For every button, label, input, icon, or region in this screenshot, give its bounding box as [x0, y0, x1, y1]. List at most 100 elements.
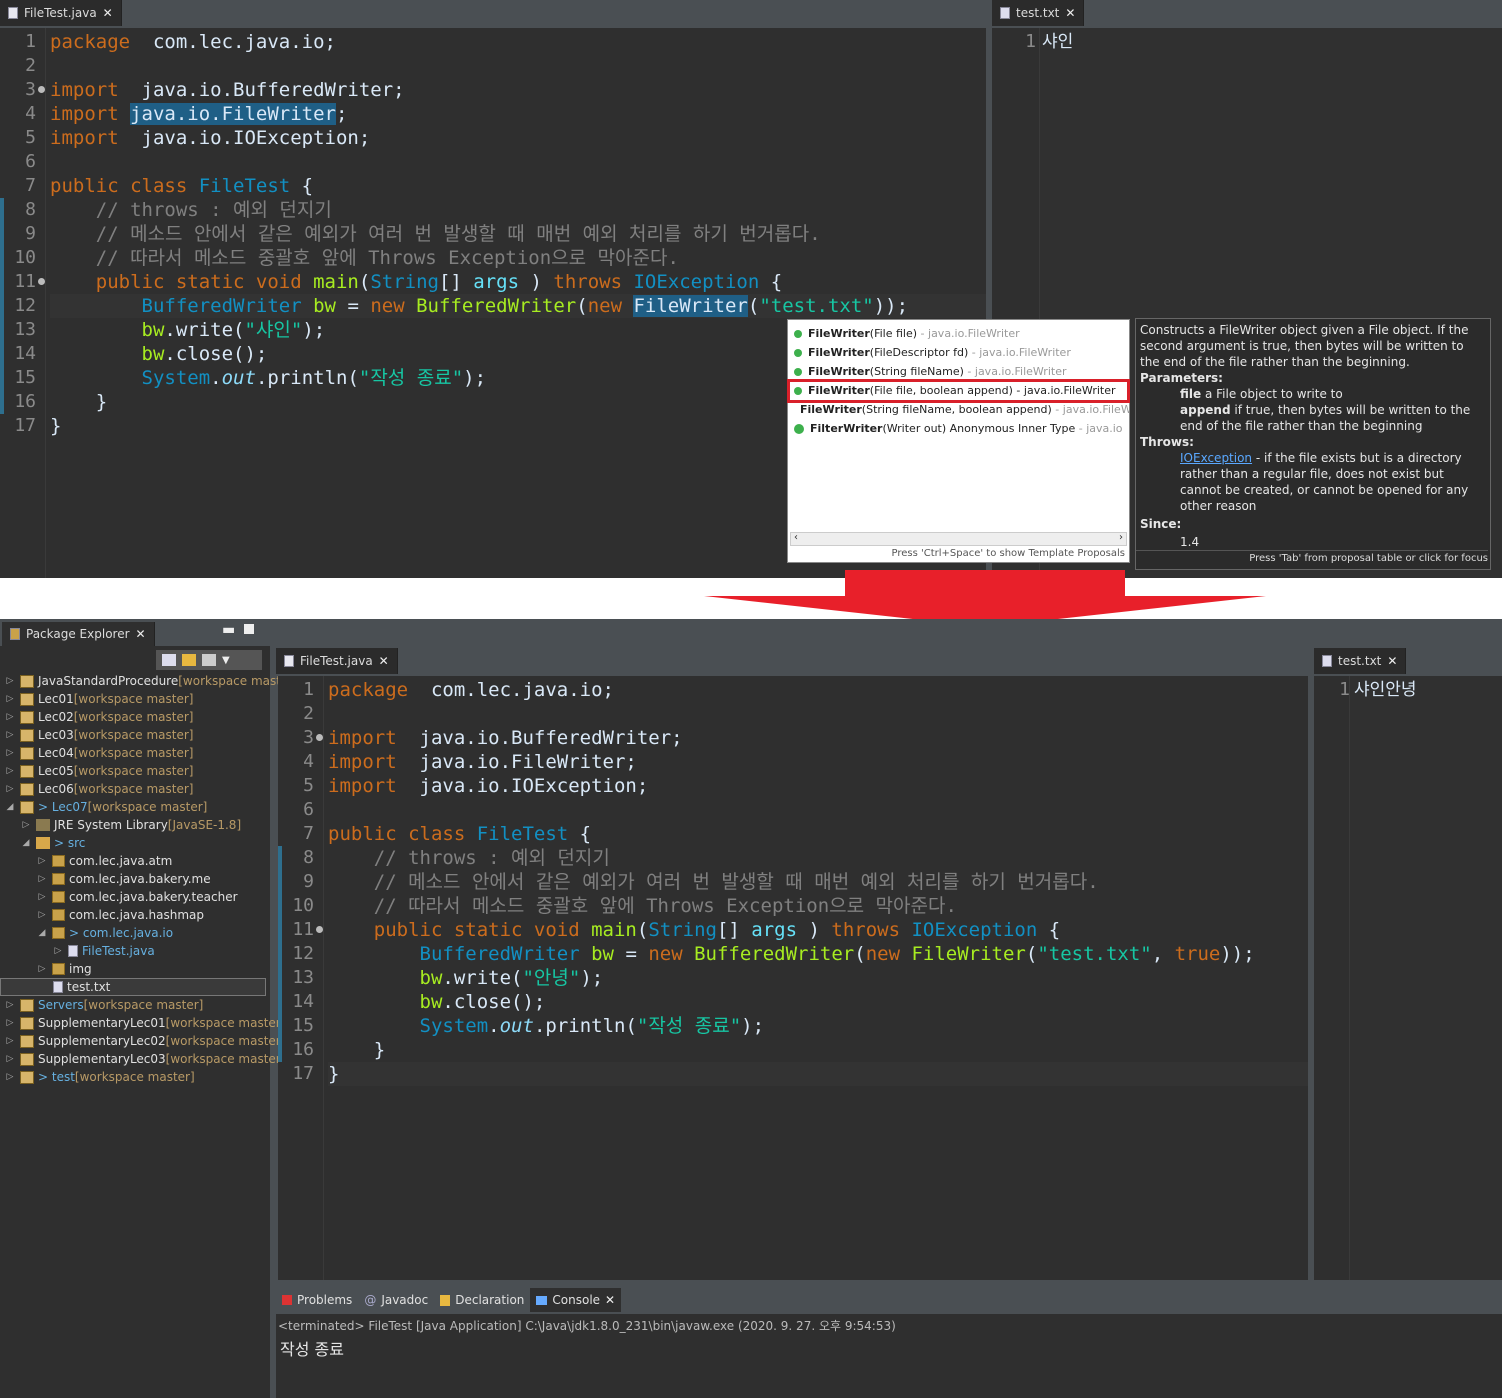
expand-icon[interactable]: ▷: [4, 1018, 16, 1028]
scroll-right-icon[interactable]: ›: [1119, 532, 1123, 543]
collapse-icon[interactable]: ◢: [36, 928, 48, 938]
bottom-code-editor[interactable]: 1 package com.lec.java.io; 2 3 import java.i…: [278, 676, 1308, 1280]
filter-icon[interactable]: [202, 654, 216, 666]
code-line[interactable]: // throws : 예외 던지기: [328, 846, 1308, 870]
fold-icon[interactable]: [316, 926, 323, 933]
expand-icon[interactable]: ▷: [4, 1054, 16, 1064]
expand-icon[interactable]: ▷: [4, 1000, 16, 1010]
bottom-text-editor[interactable]: 1 샤인안녕: [1314, 676, 1502, 1280]
tab-declaration[interactable]: Declaration: [434, 1288, 530, 1312]
tree-item[interactable]: ▷ SupplementaryLec03 [workspace master]: [0, 1050, 286, 1068]
collapse-all-icon[interactable]: [162, 654, 176, 666]
view-menu-icon[interactable]: ▼: [222, 655, 230, 666]
maximize-icon[interactable]: [244, 624, 254, 634]
proposal-item[interactable]: FileWriter(File file) - java.io.FileWrit…: [788, 324, 1129, 343]
code-line[interactable]: bw.write("안녕");: [328, 966, 1308, 990]
expand-icon[interactable]: ▷: [4, 766, 16, 776]
collapse-icon[interactable]: ◢: [20, 838, 32, 848]
tree-item[interactable]: ▷ Lec06 [workspace master]: [0, 780, 194, 798]
tree-item[interactable]: ▷ SupplementaryLec02 [workspace master]: [0, 1032, 286, 1050]
close-icon[interactable]: ✕: [379, 654, 389, 668]
code-line[interactable]: import java.io.IOException;: [50, 126, 986, 150]
tree-item[interactable]: ◢ > src: [0, 834, 86, 852]
expand-icon[interactable]: ▷: [36, 910, 48, 920]
tree-item[interactable]: ▷ SupplementaryLec01 [workspace master]: [0, 1014, 286, 1032]
minimize-icon[interactable]: ▬: [222, 622, 235, 638]
code-line[interactable]: }: [328, 1062, 1308, 1086]
tree-item[interactable]: ▷ img: [0, 960, 92, 978]
tree-item[interactable]: ▷ FileTest.java: [0, 942, 155, 960]
code-line[interactable]: }: [328, 1038, 1308, 1062]
expand-icon[interactable]: ▷: [36, 892, 48, 902]
close-icon[interactable]: ✕: [1387, 654, 1397, 668]
code-line[interactable]: // 따라서 메소드 중괄호 앞에 Throws Exception으로 막아준…: [50, 246, 986, 270]
code-line[interactable]: public class FileTest {: [50, 174, 986, 198]
expand-icon[interactable]: ▷: [4, 712, 16, 722]
tab-package-explorer[interactable]: Package Explorer ✕: [2, 622, 155, 646]
code-line[interactable]: // throws : 예외 던지기: [50, 198, 986, 222]
code-line[interactable]: import java.io.BufferedWriter;: [50, 78, 986, 102]
scroll-left-icon[interactable]: ‹: [794, 532, 798, 543]
code-line[interactable]: [328, 702, 1308, 726]
ioexception-link[interactable]: IOException: [1180, 451, 1252, 465]
fold-icon[interactable]: [38, 278, 45, 285]
link-editor-icon[interactable]: [182, 654, 196, 666]
code-line[interactable]: public static void main(String[] args ) …: [328, 918, 1308, 942]
tab-test-txt[interactable]: test.txt ✕: [1314, 648, 1407, 674]
code-line[interactable]: package com.lec.java.io;: [328, 678, 1308, 702]
tab-console[interactable]: Console ✕: [530, 1288, 622, 1312]
code-line[interactable]: // 따라서 메소드 중괄호 앞에 Throws Exception으로 막아준…: [328, 894, 1308, 918]
code-line[interactable]: package com.lec.java.io;: [50, 30, 986, 54]
expand-icon[interactable]: ▷: [4, 748, 16, 758]
expand-icon[interactable]: ▷: [36, 856, 48, 866]
expand-icon[interactable]: ▷: [4, 784, 16, 794]
tab-filetest-java[interactable]: FileTest.java ✕: [0, 0, 122, 26]
code-line[interactable]: public static void main(String[] args ) …: [50, 270, 986, 294]
tree-item[interactable]: ▷ > test [workspace master]: [0, 1068, 195, 1086]
tree-item[interactable]: test.txt: [0, 978, 266, 996]
tree-item[interactable]: ▷ Lec02 [workspace master]: [0, 708, 194, 726]
close-icon[interactable]: ✕: [1065, 6, 1075, 20]
tree-item[interactable]: ▷ Lec04 [workspace master]: [0, 744, 194, 762]
tab-problems[interactable]: Problems: [276, 1288, 358, 1312]
code-line[interactable]: import java.io.BufferedWriter;: [328, 726, 1308, 750]
tree-item[interactable]: ▷ JRE System Library [JavaSE-1.8]: [0, 816, 242, 834]
code-line[interactable]: [50, 54, 986, 78]
tree-item[interactable]: ▷ Servers [workspace master]: [0, 996, 204, 1014]
code-line[interactable]: BufferedWriter bw = new BufferedWriter(n…: [328, 942, 1308, 966]
tree-item[interactable]: ◢ > Lec07 [workspace master]: [0, 798, 208, 816]
expand-icon[interactable]: ▷: [4, 1072, 16, 1082]
code-line[interactable]: import java.io.FileWriter;: [50, 102, 986, 126]
tab-filetest-java[interactable]: FileTest.java ✕: [276, 648, 398, 674]
tree-item[interactable]: ▷ com.lec.java.atm: [0, 852, 173, 870]
expand-icon[interactable]: ▷: [52, 946, 64, 956]
code-line[interactable]: System.out.println("작성 종료");: [328, 1014, 1308, 1038]
tab-test-txt[interactable]: test.txt ✕: [992, 0, 1085, 26]
expand-icon[interactable]: ▷: [20, 820, 32, 830]
tree-item[interactable]: ▷ JavaStandardProcedure [workspace maste: [0, 672, 289, 690]
collapse-icon[interactable]: ◢: [4, 802, 16, 812]
code-line[interactable]: bw.close();: [328, 990, 1308, 1014]
expand-icon[interactable]: ▷: [4, 730, 16, 740]
tree-item[interactable]: ▷ com.lec.java.bakery.me: [0, 870, 211, 888]
tree-item[interactable]: ▷ com.lec.java.bakery.teacher: [0, 888, 238, 906]
tree-item[interactable]: ▷ com.lec.java.hashmap: [0, 906, 204, 924]
expand-icon[interactable]: ▷: [4, 1036, 16, 1046]
code-line[interactable]: public class FileTest {: [328, 822, 1308, 846]
code-line[interactable]: [50, 150, 986, 174]
proposal-item[interactable]: FilterWriter(Writer out) Anonymous Inner…: [788, 419, 1129, 438]
code-line[interactable]: import java.io.FileWriter;: [328, 750, 1308, 774]
horizontal-scrollbar[interactable]: ‹ ›: [790, 532, 1127, 546]
expand-icon[interactable]: ▷: [36, 964, 48, 974]
tree-item[interactable]: ▷ Lec05 [workspace master]: [0, 762, 194, 780]
tab-javadoc[interactable]: @ Javadoc: [358, 1288, 434, 1312]
expand-icon[interactable]: ▷: [4, 676, 16, 686]
expand-icon[interactable]: ▷: [4, 694, 16, 704]
close-icon[interactable]: ✕: [103, 6, 113, 20]
fold-icon[interactable]: [316, 734, 323, 741]
close-icon[interactable]: ✕: [136, 627, 146, 641]
close-icon[interactable]: ✕: [605, 1293, 615, 1307]
code-line[interactable]: BufferedWriter bw = new BufferedWriter(n…: [50, 294, 986, 318]
proposal-item[interactable]: FileWriter(FileDescriptor fd) - java.io.…: [788, 343, 1129, 362]
code-line[interactable]: // 메소드 안에서 같은 예외가 여러 번 발생할 때 매번 예외 처리를 하…: [328, 870, 1308, 894]
